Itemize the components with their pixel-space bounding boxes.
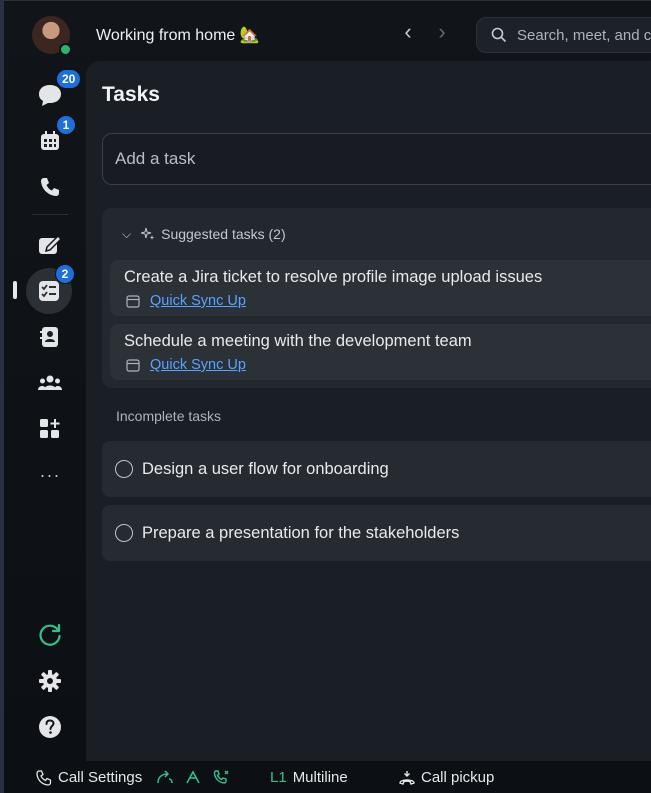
task-checkbox[interactable] (115, 524, 133, 542)
call-status-bar: Call Settings L1 Multiline Call pickup (8, 763, 651, 793)
chevron-down-icon: ⌵ (122, 226, 132, 241)
more-icon[interactable]: ··· (34, 459, 66, 491)
meeting-source-link[interactable]: Quick Sync Up (150, 357, 246, 373)
task-checkbox[interactable] (115, 460, 133, 478)
task-text: Design a user flow for onboarding (142, 459, 389, 478)
task-item[interactable]: Design a user flow for onboarding (102, 441, 651, 497)
call-settings-label: Call Settings (58, 769, 143, 786)
rail-item-settings[interactable] (34, 665, 66, 697)
suggested-task-text: Create a Jira ticket to resolve profile … (124, 268, 543, 286)
presence-indicator (59, 43, 72, 56)
rail-item-whiteboard[interactable] (34, 229, 66, 261)
teams-icon (38, 375, 62, 390)
active-indicator (13, 281, 17, 299)
back-arrow-icon[interactable]: ‹ (398, 21, 418, 45)
navigation-rail: 20 1 2 ··· (8, 67, 86, 757)
rail-item-messaging[interactable]: 20 (34, 69, 82, 111)
suggested-task-card[interactable]: Create a Jira ticket to resolve profile … (110, 260, 651, 316)
incomplete-tasks-heading: Incomplete tasks (116, 408, 222, 424)
rail-item-contacts[interactable] (34, 321, 66, 353)
task-item[interactable]: Prepare a presentation for the stakehold… (102, 505, 651, 561)
call-pickup-button[interactable]: Call pickup (398, 769, 494, 786)
apps-add-icon (40, 419, 60, 438)
unread-badge: 20 (56, 69, 82, 89)
search-bar[interactable] (476, 17, 651, 53)
sparkle-icon (141, 227, 155, 240)
voicemail-call-icon[interactable] (212, 769, 230, 785)
call-pickup-label: Call pickup (421, 769, 495, 786)
task-text: Prepare a presentation for the stakehold… (142, 523, 460, 542)
tasks-icon (39, 281, 59, 301)
unread-badge: 1 (56, 115, 76, 135)
rail-item-teams[interactable] (34, 367, 66, 399)
refresh-icon (39, 623, 61, 646)
suggested-task-card[interactable]: Schedule a meeting with the development … (110, 324, 651, 380)
search-input[interactable] (517, 26, 651, 44)
park-call-icon[interactable] (184, 769, 202, 785)
suggested-tasks-section: ⌵ Suggested tasks (2) Create a Jira tick… (102, 208, 651, 388)
meeting-source-link[interactable]: Quick Sync Up (150, 293, 246, 309)
calendar-icon (41, 131, 59, 150)
rail-divider (32, 214, 68, 215)
suggested-task-text: Schedule a meeting with the development … (124, 332, 472, 350)
avatar[interactable] (32, 16, 72, 56)
status-message[interactable]: Working from home 🏡 (96, 25, 260, 45)
calendar-small-icon (126, 295, 140, 308)
contacts-icon (40, 327, 58, 347)
unread-badge: 2 (55, 264, 75, 284)
forward-arrow-icon[interactable]: › (432, 21, 452, 45)
phone-icon (41, 178, 59, 196)
call-pickup-icon (399, 770, 415, 785)
rail-item-tasks[interactable]: 2 (26, 264, 75, 314)
gear-icon (39, 670, 61, 692)
call-settings-button[interactable]: Call Settings (36, 769, 142, 786)
page-title: Tasks (102, 83, 160, 106)
rail-item-calendar[interactable]: 1 (34, 115, 76, 157)
calendar-small-icon (126, 359, 140, 372)
forward-call-icon[interactable] (156, 769, 174, 785)
edit-icon (39, 234, 62, 254)
phone-settings-icon (36, 769, 52, 786)
suggested-tasks-toggle[interactable]: ⌵ Suggested tasks (2) (122, 226, 286, 242)
tasks-panel: Tasks ⌵ Suggested tasks (2) Create a Jir… (86, 61, 651, 761)
rail-item-apps[interactable] (34, 413, 66, 445)
multiline-button[interactable]: L1 Multiline (270, 769, 348, 786)
rail-item-calling[interactable] (34, 171, 66, 203)
help-icon (39, 716, 61, 738)
top-bar: Working from home 🏡 ‹ › (4, 1, 651, 67)
suggested-tasks-heading: Suggested tasks (2) (161, 226, 286, 242)
rail-item-help[interactable] (34, 711, 66, 743)
app-window: Working from home 🏡 ‹ › 20 1 (0, 0, 651, 793)
add-task-field[interactable] (102, 133, 651, 185)
search-icon (491, 27, 507, 43)
rail-item-refresh[interactable] (34, 619, 66, 651)
multiline-label: Multiline (292, 769, 348, 786)
line-id: L1 (270, 769, 287, 786)
add-task-input[interactable] (115, 149, 615, 169)
call-feature-icons (156, 769, 230, 785)
